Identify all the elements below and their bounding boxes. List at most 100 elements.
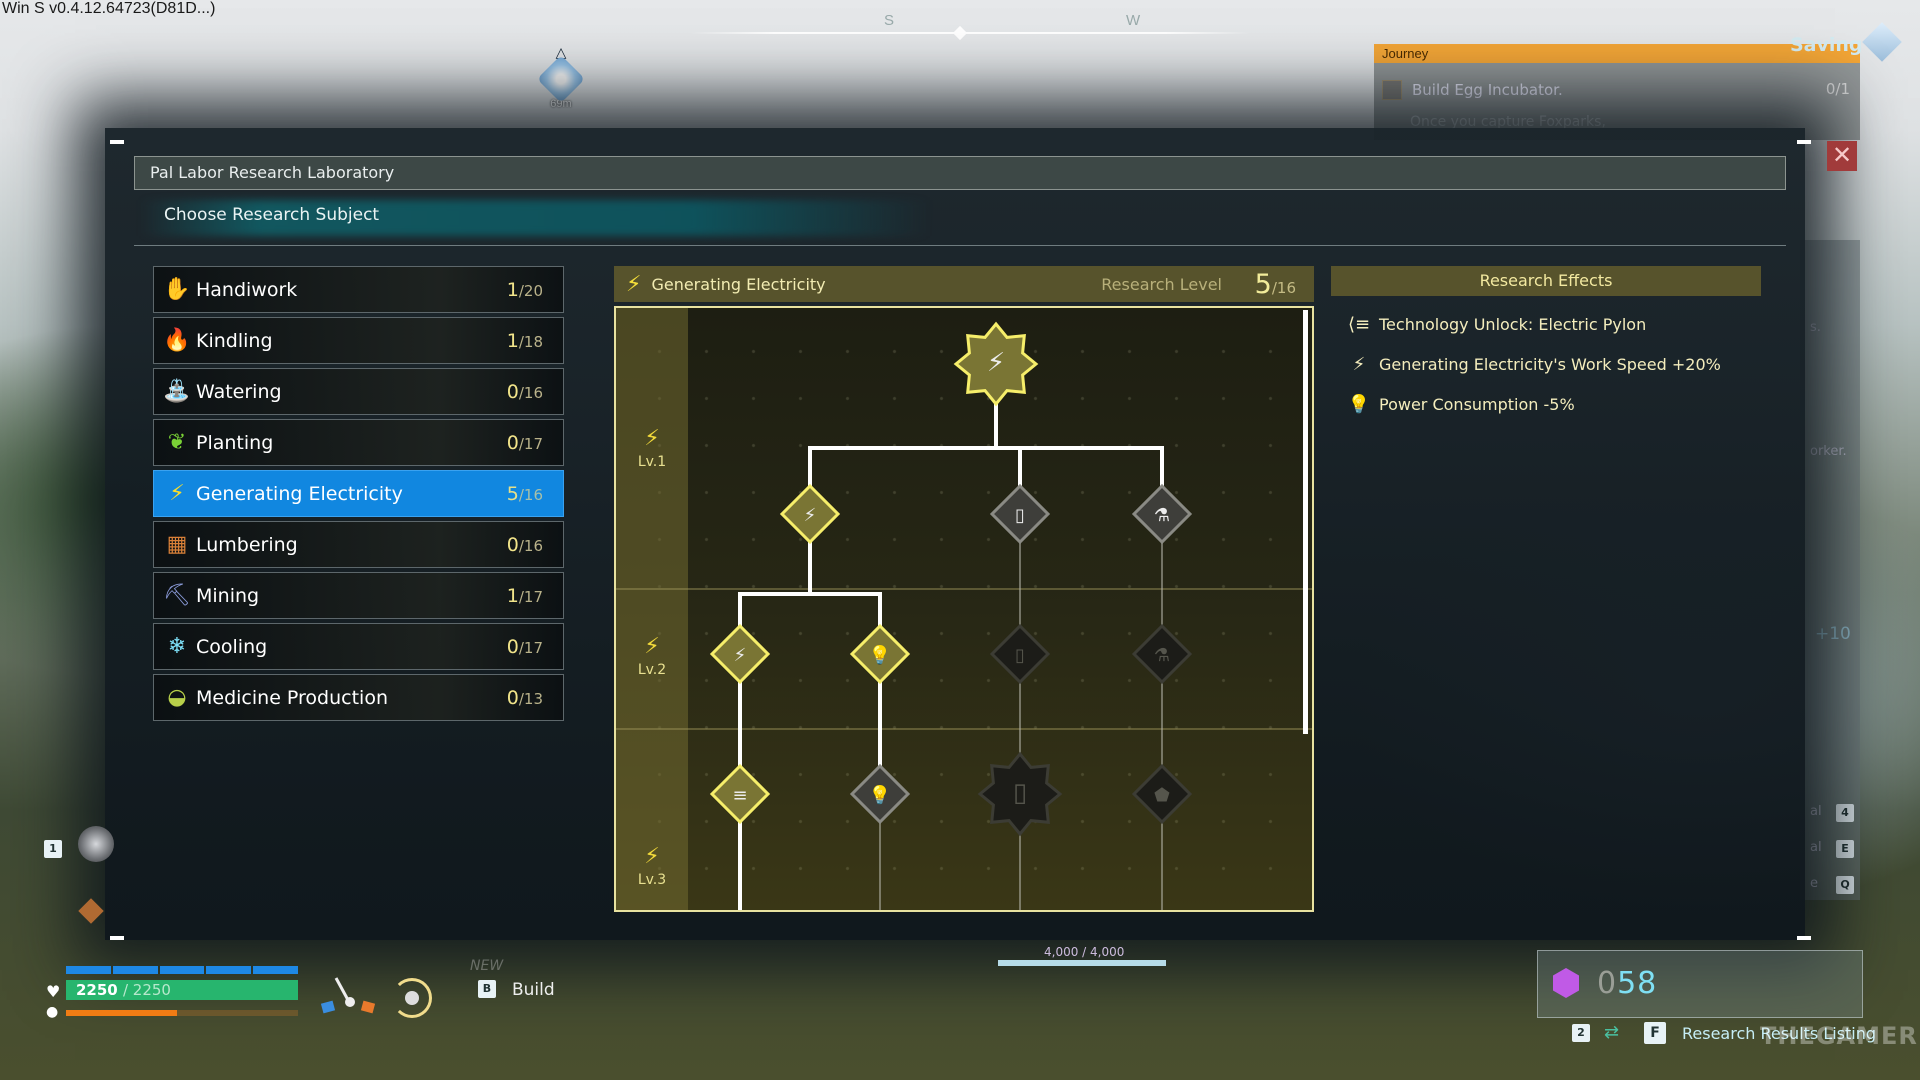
hp-current: 2250	[76, 981, 118, 999]
tool-icon	[320, 977, 376, 1014]
listing-key: F	[1644, 1022, 1666, 1044]
research-node-l2-b[interactable]: 💡	[849, 623, 911, 685]
compass-marker-icon	[952, 25, 968, 41]
journey-task[interactable]: Build Egg Incubator.	[1382, 80, 1563, 100]
sphere-slot	[1537, 950, 1863, 1018]
category-current: 0	[506, 636, 519, 658]
research-node-l2-a[interactable]: ⚡	[709, 623, 771, 685]
close-button[interactable]: ✕	[1827, 141, 1857, 171]
tree-connector	[808, 446, 1164, 514]
build-label[interactable]: Build	[512, 980, 555, 1000]
category-label: Mining	[196, 584, 260, 607]
category-label: Handiwork	[196, 278, 298, 301]
base-bar	[998, 960, 1166, 966]
category-item-lumbering[interactable]: ▦ Lumbering 0/16	[153, 521, 564, 568]
category-item-medicine-production[interactable]: ◒ Medicine Production 0/13	[153, 674, 564, 721]
category-item-cooling[interactable]: ❄ Cooling 0/17	[153, 623, 564, 670]
pickaxe-icon: ⛏	[163, 583, 191, 608]
category-item-planting[interactable]: ❦ Planting 0/17	[153, 419, 564, 466]
category-current: 0	[506, 381, 519, 403]
category-max: /13	[518, 690, 543, 708]
category-item-generating-electricity[interactable]: ⚡ Generating Electricity 5/16	[153, 470, 564, 517]
side-text-fragment: al	[1810, 804, 1822, 819]
divider	[134, 245, 1786, 246]
modal-corner	[1797, 936, 1811, 940]
research-node-l1-b[interactable]: ▯	[989, 483, 1051, 545]
research-node-root[interactable]: ⚡	[953, 321, 1039, 407]
modal-title: Pal Labor Research Laboratory	[134, 156, 1786, 190]
category-count: 1/18	[507, 330, 543, 352]
side-text-fragment: s.	[1810, 320, 1821, 335]
heart-icon: ♥	[46, 982, 61, 1001]
category-count: 5/16	[507, 483, 543, 505]
shield-icon: ⬟	[1154, 785, 1170, 806]
sphere-count-value: 58	[1617, 966, 1658, 1001]
research-node-l1-c[interactable]: ⚗	[1131, 483, 1193, 545]
research-node-l3-c[interactable]: ▯	[977, 751, 1063, 837]
tree-header: ⚡ Generating Electricity Research Level …	[614, 266, 1314, 302]
research-node-l3-a[interactable]: ≡	[709, 763, 771, 825]
party-slot-key: 1	[44, 840, 62, 858]
lightning-icon: ⚡	[626, 271, 642, 297]
side-text-fragment: e	[1810, 876, 1818, 891]
quest-side-panel	[1800, 240, 1860, 900]
category-item-handiwork[interactable]: ✋ Handiwork 1/20	[153, 266, 564, 313]
category-current: 1	[506, 279, 519, 301]
category-count: 1/20	[507, 279, 543, 301]
category-count: 0/16	[507, 381, 543, 403]
research-node-l3-d[interactable]: ⬟	[1131, 763, 1193, 825]
mortar-icon: ◒	[167, 685, 187, 710]
category-max: /16	[518, 486, 543, 504]
category-label: Medicine Production	[196, 686, 389, 709]
close-x-icon: ✕	[1831, 141, 1853, 169]
research-node-l3-b[interactable]: 💡	[849, 763, 911, 825]
journey-title: Journey	[1374, 44, 1860, 63]
daytime-icon	[392, 978, 432, 1018]
lightning-speed-icon: ⚡	[804, 505, 817, 526]
hp-bar: 2250 / 2250	[66, 980, 298, 1000]
build-version-text: Win S v0.4.12.64723(D81D...)	[2, 0, 216, 17]
category-count: 0/16	[507, 534, 543, 556]
category-list: ✋ Handiwork 1/20 🔥 Kindling 1/18 ⛲ Watering 0/16…	[153, 266, 564, 725]
effect-text: Technology Unlock: Electric Pylon	[1379, 315, 1647, 334]
hunger-fill	[66, 1010, 178, 1016]
compass-south: S	[884, 12, 895, 29]
effect-text: Power Consumption -5%	[1379, 395, 1575, 414]
pal-avatar[interactable]	[78, 826, 114, 862]
category-max: /16	[518, 537, 543, 555]
modal-corner	[110, 140, 124, 144]
tech-unlock-icon: ⟨≡	[1347, 314, 1371, 335]
category-label: Generating Electricity	[196, 482, 403, 505]
category-item-mining[interactable]: ⛏ Mining 1/17	[153, 572, 564, 619]
category-current: 0	[506, 432, 519, 454]
battery-icon: ▯	[1015, 505, 1025, 526]
research-node-l2-c[interactable]: ▯	[989, 623, 1051, 685]
watermark: THEGAMER	[1760, 1022, 1918, 1050]
journey-task-count: 0/1	[1825, 80, 1850, 98]
research-level-current: 5	[1254, 268, 1272, 300]
flask-icon: ⚗	[1154, 645, 1170, 666]
category-max: /17	[518, 588, 543, 606]
research-node-l1-a[interactable]: ⚡	[779, 483, 841, 545]
category-max: /18	[518, 333, 543, 351]
category-max: /17	[518, 435, 543, 453]
category-item-kindling[interactable]: 🔥 Kindling 1/18	[153, 317, 564, 364]
research-node-l2-d[interactable]: ⚗	[1131, 623, 1193, 685]
compass-bar	[690, 32, 1250, 34]
battery-icon: ▯	[1015, 645, 1025, 666]
research-tree: ⚡ Lv.1 ⚡ Lv.2 ⚡ Lv.3 ⚡ ⚡ ▯ ⚗ ⚡ 💡 ▯ ⚗ ≡ 💡 ▯ ⬟	[614, 306, 1314, 912]
sphere-count-lead: 0	[1597, 966, 1618, 1001]
tree-title: Generating Electricity	[651, 274, 826, 294]
category-current: 1	[506, 330, 519, 352]
key-e-badge: E	[1836, 840, 1854, 858]
shield-bar	[66, 966, 298, 974]
new-tag: NEW	[470, 958, 504, 974]
category-item-watering[interactable]: ⛲ Watering 0/16	[153, 368, 564, 415]
effect-text: Generating Electricity's Work Speed +20%	[1379, 355, 1721, 374]
lightning-speed-icon: ⚡	[734, 645, 747, 666]
lightbulb-icon: 💡	[1347, 394, 1371, 415]
compass-west: W	[1126, 12, 1141, 29]
watering-can-icon: ⛲	[163, 379, 191, 404]
status-effect-icon	[78, 898, 104, 924]
category-count: 1/17	[507, 585, 543, 607]
